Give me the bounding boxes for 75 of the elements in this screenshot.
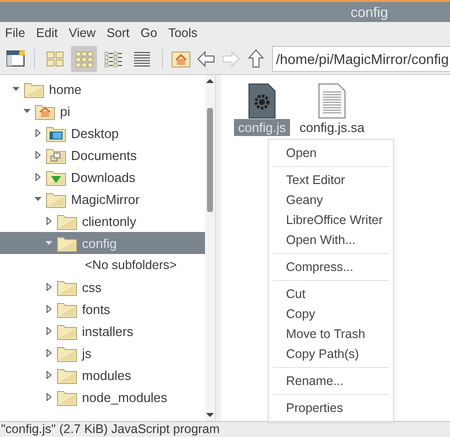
menu-item[interactable]: Edit <box>36 26 58 40</box>
folder-name[interactable]: Documents <box>71 148 137 162</box>
folder-icon <box>57 212 77 230</box>
menu-item[interactable]: Compress... <box>269 257 393 277</box>
menu-item[interactable]: Tools <box>168 26 198 40</box>
expand-arrow-icon[interactable] <box>44 327 54 335</box>
up-arrow-icon[interactable] <box>245 48 267 70</box>
expand-arrow-icon[interactable] <box>44 393 54 401</box>
folder-icon <box>57 388 77 406</box>
menu-item[interactable]: Text Editor <box>269 170 393 190</box>
expand-arrow-icon[interactable] <box>44 371 54 379</box>
expand-arrow-icon[interactable] <box>44 349 54 357</box>
menu-item[interactable]: Open With... <box>269 230 393 250</box>
back-arrow-icon[interactable] <box>195 48 217 70</box>
folder-name[interactable]: js <box>82 346 92 360</box>
text-file-icon[interactable] <box>318 83 346 119</box>
home-folder-icon <box>35 102 55 120</box>
menu-item[interactable]: Copy <box>269 304 393 324</box>
menu-item[interactable]: File <box>5 26 26 40</box>
folder-icon <box>24 80 44 98</box>
menu-item[interactable]: Cut <box>269 284 393 304</box>
scroll-down-icon[interactable] <box>206 412 214 418</box>
scrollbar[interactable] <box>205 75 215 421</box>
empty-folder-note: <No subfolders> <box>84 258 177 272</box>
thumbnail-view-button[interactable] <box>71 46 97 72</box>
folder-icon <box>57 344 77 362</box>
menu-item[interactable]: View <box>68 26 96 40</box>
expand-arrow-icon[interactable] <box>44 305 54 313</box>
folder-icon <box>57 234 77 252</box>
collapse-arrow-icon[interactable] <box>11 85 21 93</box>
status-text: "config.js" (2.7 KiB) JavaScript program <box>0 422 221 436</box>
menu-item[interactable]: Properties <box>269 398 393 418</box>
file-name[interactable]: config.js.sa <box>295 119 369 136</box>
downloads-folder-icon <box>46 168 66 186</box>
menu-item[interactable]: Sort <box>106 26 130 40</box>
menu-item[interactable]: Open <box>269 143 393 163</box>
folder-icon <box>46 190 66 208</box>
folder-icon <box>57 278 77 296</box>
menu-item[interactable]: Move to Trash <box>269 324 393 344</box>
desktop-folder-icon <box>46 124 66 142</box>
script-file-icon[interactable] <box>248 83 276 119</box>
menu-item[interactable]: LibreOffice Writer <box>269 210 393 230</box>
expand-arrow-icon[interactable] <box>33 173 43 181</box>
folder-icon <box>57 300 77 318</box>
expand-arrow-icon[interactable] <box>44 217 54 225</box>
folder-name[interactable]: node_modules <box>82 390 168 404</box>
menu-item[interactable]: Geany <box>269 190 393 210</box>
scroll-up-icon[interactable] <box>206 78 214 84</box>
documents-folder-icon <box>46 146 66 164</box>
folder-name[interactable]: fonts <box>82 302 110 316</box>
collapse-arrow-icon[interactable] <box>22 107 32 115</box>
folder-icon <box>57 322 77 340</box>
scrollbar-thumb[interactable] <box>207 108 213 212</box>
collapse-arrow-icon[interactable] <box>44 239 54 247</box>
folder-icon <box>57 366 77 384</box>
expand-arrow-icon[interactable] <box>33 151 43 159</box>
folder-name[interactable]: MagicMirror <box>71 192 140 206</box>
expand-arrow-icon[interactable] <box>33 129 43 137</box>
folder-name[interactable]: installers <box>82 324 134 338</box>
menu-item[interactable]: Copy Path(s) <box>269 344 393 364</box>
collapse-arrow-icon[interactable] <box>33 195 43 203</box>
folder-name[interactable]: clientonly <box>82 214 136 228</box>
list-icon[interactable] <box>132 50 152 68</box>
folder-name[interactable]: css <box>82 280 102 294</box>
folder-name[interactable]: Desktop <box>71 126 119 140</box>
window-title: config <box>350 4 388 20</box>
compact-list-icon[interactable] <box>103 50 123 68</box>
menu-item[interactable]: Go <box>140 26 158 40</box>
folder-name[interactable]: Downloads <box>71 170 136 184</box>
folder-name[interactable]: home <box>49 82 82 96</box>
expand-arrow-icon[interactable] <box>44 283 54 291</box>
path-field[interactable]: /home/pi/MagicMirror/config <box>272 46 450 72</box>
menu-item[interactable]: Rename... <box>269 371 393 391</box>
folder-name[interactable]: modules <box>82 368 132 382</box>
folder-name[interactable]: pi <box>60 104 70 118</box>
